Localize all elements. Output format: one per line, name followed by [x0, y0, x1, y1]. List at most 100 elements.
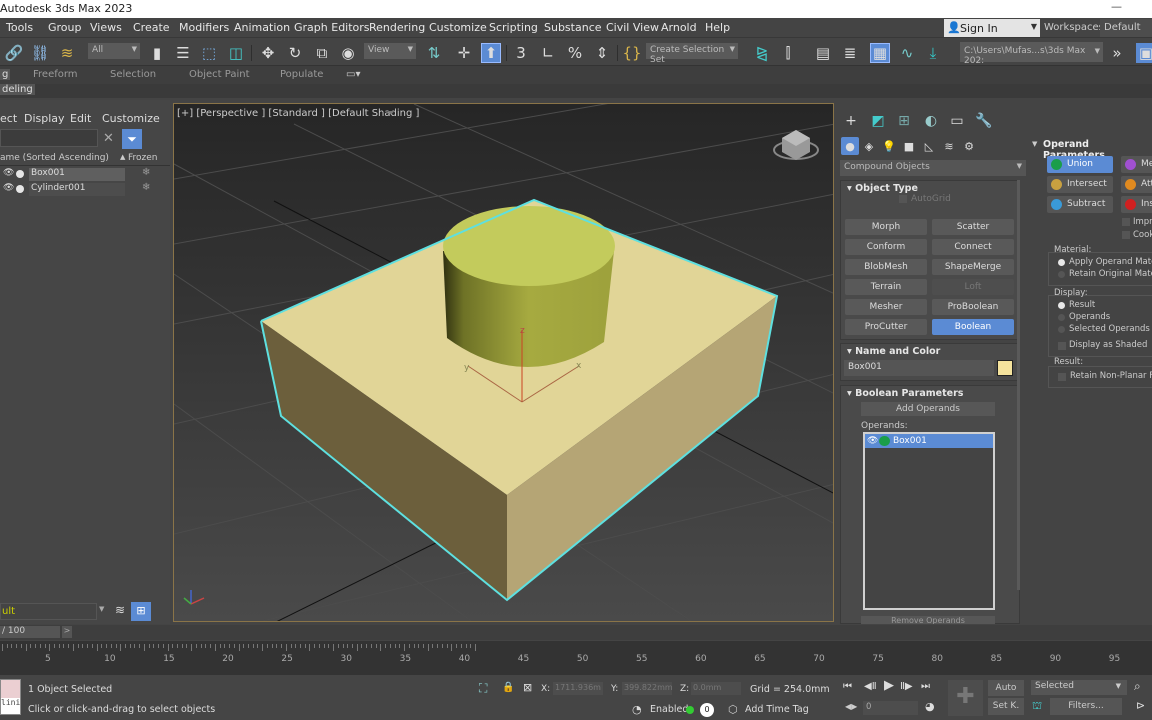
- auto-key-button[interactable]: Auto: [988, 680, 1024, 696]
- chevron-down-icon[interactable]: ▼: [99, 605, 104, 613]
- column-frozen[interactable]: Frozen: [128, 153, 158, 163]
- current-frame-field[interactable]: 0: [863, 701, 918, 715]
- subtract-button[interactable]: Subtract: [1047, 196, 1113, 213]
- name-and-color-title[interactable]: ▾ Name and Color: [847, 346, 940, 357]
- menu-display[interactable]: Display: [24, 112, 65, 125]
- default-in-out-tangents-icon[interactable]: ⛫: [1032, 699, 1042, 714]
- helpers-icon[interactable]: ◺: [920, 137, 938, 155]
- place-icon[interactable]: ◉: [338, 43, 358, 63]
- key-mode-toggle-icon[interactable]: ◀▶: [845, 702, 857, 711]
- create-tab-icon[interactable]: +: [841, 111, 861, 131]
- morph-button[interactable]: Morph: [845, 219, 927, 235]
- filter-icon[interactable]: ⏷: [122, 129, 142, 149]
- attach-button[interactable]: Atta: [1121, 176, 1152, 193]
- retain-non-planar-checkbox[interactable]: [1058, 373, 1066, 381]
- reference-coordinate-dropdown[interactable]: View ▼: [364, 43, 416, 59]
- select-object-icon[interactable]: ▮: [147, 43, 167, 63]
- display-as-shaded-checkbox[interactable]: [1058, 342, 1066, 350]
- scene-row[interactable]: 👁 Box001 ❄: [0, 167, 170, 181]
- boolean-button[interactable]: Boolean: [932, 319, 1014, 335]
- absolute-mode-icon[interactable]: ⊠: [523, 681, 532, 694]
- merge-button[interactable]: Mer: [1121, 156, 1152, 173]
- menu-substance[interactable]: Substance: [544, 21, 602, 34]
- motion-tab-icon[interactable]: ◐: [921, 111, 941, 131]
- mesher-button[interactable]: Mesher: [845, 299, 927, 315]
- lights-icon[interactable]: 💡: [880, 137, 898, 155]
- terrain-button[interactable]: Terrain: [845, 279, 927, 295]
- angle-snap-icon[interactable]: ∟: [538, 43, 558, 63]
- scene-explorer-icon[interactable]: ▤: [813, 43, 833, 63]
- selection-filter-dropdown[interactable]: All ▼: [88, 43, 140, 59]
- save-icon[interactable]: ▣: [1136, 43, 1152, 63]
- keyboard-shortcut-override-icon[interactable]: ⬆: [481, 43, 501, 63]
- viewport-scene[interactable]: z y x: [174, 104, 834, 622]
- render-setup-icon[interactable]: ⤓: [923, 43, 943, 63]
- add-time-tag[interactable]: Add Time Tag: [745, 704, 809, 715]
- select-manipulate-icon[interactable]: ✛: [454, 43, 474, 63]
- ribbon-tab-freeform[interactable]: Freeform: [33, 69, 78, 80]
- frozen-icon[interactable]: ❄: [142, 182, 150, 193]
- set-key-icon[interactable]: ✚: [948, 680, 983, 716]
- union-button[interactable]: Union: [1047, 156, 1113, 173]
- command-panel-scrollbar[interactable]: [1017, 180, 1020, 590]
- conform-button[interactable]: Conform: [845, 239, 927, 255]
- enabled-indicator[interactable]: [686, 706, 694, 714]
- hierarchy-tab-icon[interactable]: ⊞: [894, 111, 914, 131]
- apply-operand-material-radio[interactable]: [1058, 259, 1065, 266]
- procutter-button[interactable]: ProCutter: [845, 319, 927, 335]
- key-filter-dropdown[interactable]: Selected ▼: [1031, 680, 1127, 695]
- object-name-input[interactable]: Box001: [844, 360, 994, 376]
- layer-explorer-icon[interactable]: ≣: [840, 43, 860, 63]
- isolate-selection-icon[interactable]: ⛶: [479, 681, 487, 696]
- geometry-icon[interactable]: ●: [841, 137, 859, 155]
- insert-button[interactable]: Inse: [1121, 196, 1152, 213]
- systems-icon[interactable]: ⚙: [960, 137, 978, 155]
- menu-tools[interactable]: Tools: [6, 21, 33, 34]
- named-selection-set-dropdown[interactable]: Create Selection Set ▼: [646, 43, 738, 65]
- key-filters-button[interactable]: Filters...: [1050, 698, 1122, 715]
- go-to-start-icon[interactable]: ⏮: [843, 681, 852, 692]
- menu-arnold[interactable]: Arnold: [661, 21, 697, 34]
- x-coordinate-field[interactable]: 1711.936m: [553, 682, 603, 695]
- boolean-parameters-title[interactable]: ▾ Boolean Parameters: [847, 388, 963, 399]
- rect-selection-region-icon[interactable]: ⬚: [199, 43, 219, 63]
- time-slider-frame[interactable]: / 100: [0, 626, 60, 638]
- time-configuration-icon[interactable]: ◕: [925, 700, 935, 713]
- active-layer-field[interactable]: ult: [0, 603, 97, 620]
- edit-named-selection-icon[interactable]: {}: [622, 43, 642, 63]
- ribbon-options-icon[interactable]: ▭▾: [346, 69, 360, 80]
- imprint-checkbox[interactable]: [1122, 218, 1130, 226]
- collapse-icon[interactable]: ▼: [1032, 140, 1037, 148]
- minimize-icon[interactable]: —: [1111, 0, 1122, 13]
- retain-original-material-radio[interactable]: [1058, 271, 1065, 278]
- time-slider[interactable]: / 100 >: [0, 625, 1152, 640]
- overflow-chevron-icon[interactable]: »: [1107, 43, 1127, 63]
- next-frame-button[interactable]: >: [62, 626, 72, 638]
- menu-customize[interactable]: Customize: [429, 21, 487, 34]
- spinner-snap-icon[interactable]: ⇕: [592, 43, 612, 63]
- menu-rendering[interactable]: Rendering: [369, 21, 425, 34]
- sign-in-dropdown[interactable]: 👤 Sign In ▼: [944, 19, 1040, 37]
- menu-select[interactable]: ect: [0, 112, 17, 125]
- maxscript-listener[interactable]: lini: [0, 679, 21, 715]
- object-category-dropdown[interactable]: Compound Objects ▼: [840, 160, 1026, 176]
- eye-icon[interactable]: 👁: [3, 183, 14, 193]
- next-frame-icon[interactable]: Ⅱ▶: [900, 681, 913, 692]
- space-warps-icon[interactable]: ≋: [940, 137, 958, 155]
- display-selected-operands-radio[interactable]: [1058, 326, 1065, 333]
- menu-scripting[interactable]: Scripting: [489, 21, 538, 34]
- operand-row[interactable]: 👁 Box001: [865, 434, 993, 448]
- menu-animation[interactable]: Animation: [234, 21, 290, 34]
- menu-edit[interactable]: Edit: [70, 112, 91, 125]
- layers-icon[interactable]: ≋: [112, 603, 128, 620]
- add-operands-button[interactable]: Add Operands: [861, 402, 995, 416]
- ribbon-tab-populate[interactable]: Populate: [280, 69, 323, 80]
- orbit-icon[interactable]: ⊳: [1136, 699, 1145, 712]
- ribbon-tab-modeling[interactable]: g: [0, 69, 11, 80]
- cookie-checkbox[interactable]: [1122, 231, 1130, 239]
- curve-editor-icon[interactable]: ∿: [897, 43, 917, 63]
- shapes-icon[interactable]: ◈: [860, 137, 878, 155]
- maxscript-input[interactable]: [1, 680, 20, 698]
- hierarchy-icon[interactable]: ⊞: [131, 602, 151, 621]
- close-icon[interactable]: ✕: [103, 131, 114, 146]
